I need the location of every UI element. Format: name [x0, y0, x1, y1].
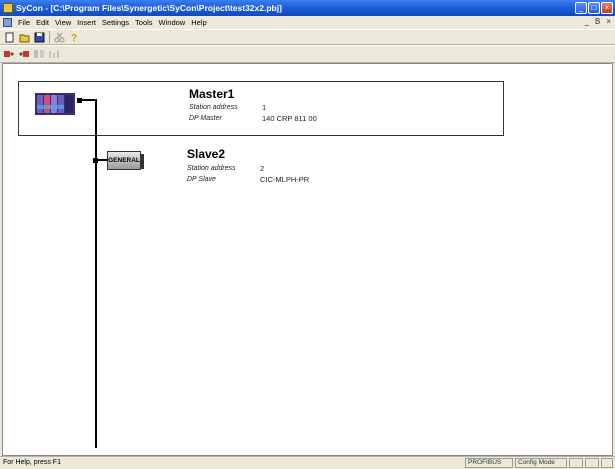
standard-toolbar: ?	[0, 29, 615, 45]
slave-station-value: 2	[260, 164, 265, 173]
mdi-close-icon[interactable]: ×	[606, 17, 611, 26]
open-icon[interactable]	[18, 31, 30, 43]
master-name: Master1	[189, 87, 235, 101]
status-panel-5	[601, 458, 613, 468]
insert-slave-icon[interactable]	[18, 48, 30, 60]
device-assignment-icon[interactable]	[33, 48, 45, 60]
window-title: SyCon - [C:\Program Files\Synergetic\SyC…	[16, 3, 282, 13]
slave-type-value: CIC-MLPH-PR	[260, 175, 310, 184]
app-icon[interactable]	[3, 3, 13, 13]
master-device-box[interactable]: Master1 Station address 1 DP Master 140 …	[18, 81, 504, 136]
mdi-minimize-icon[interactable]: _	[585, 17, 589, 26]
mdi-restore-icon[interactable]: Β	[595, 17, 600, 26]
cut-icon[interactable]	[53, 31, 65, 43]
menu-window[interactable]: Window	[156, 18, 189, 27]
slave-station-label: Station address	[187, 165, 236, 172]
mdi-controls: _ Β ×	[585, 17, 611, 26]
slave-name: Slave2	[187, 147, 226, 161]
document-icon[interactable]	[3, 18, 12, 27]
network-view: Master1 Station address 1 DP Master 140 …	[2, 63, 613, 456]
general-slave-icon: GENERAL	[107, 151, 144, 170]
insert-master-icon[interactable]	[3, 48, 15, 60]
svg-text:?: ?	[71, 33, 77, 43]
save-icon[interactable]	[33, 31, 45, 43]
plc-master-icon	[35, 93, 75, 115]
menu-bar: File Edit View Insert Settings Tools Win…	[0, 16, 615, 29]
status-help-text: For Help, press F1	[3, 459, 61, 466]
status-panel-4	[585, 458, 599, 468]
status-panel-3	[569, 458, 583, 468]
menu-edit[interactable]: Edit	[33, 18, 52, 27]
device-toolbar	[0, 45, 615, 63]
close-icon[interactable]: ×	[601, 2, 613, 14]
master-type-label: DP Master	[189, 115, 222, 122]
window-controls: _ □ ×	[575, 2, 613, 14]
network-scan-icon[interactable]	[48, 48, 60, 60]
master-type-value: 140 CRP 811 00	[262, 114, 317, 123]
status-mode-panel: Config Mode	[515, 458, 567, 468]
status-bus-panel: PROFIBUS	[465, 458, 513, 468]
master-node	[77, 98, 82, 103]
menu-file[interactable]: File	[15, 18, 33, 27]
maximize-icon[interactable]: □	[588, 2, 600, 14]
menu-settings[interactable]: Settings	[99, 18, 132, 27]
menu-view[interactable]: View	[52, 18, 74, 27]
minimize-icon[interactable]: _	[575, 2, 587, 14]
slave-node	[93, 158, 98, 163]
help-icon[interactable]: ?	[68, 31, 80, 43]
profibus-line	[95, 99, 97, 448]
slave-type-label: DP Slave	[187, 176, 216, 183]
menu-tools[interactable]: Tools	[132, 18, 156, 27]
title-bar: SyCon - [C:\Program Files\Synergetic\SyC…	[0, 0, 615, 16]
menu-help[interactable]: Help	[188, 18, 209, 27]
master-station-label: Station address	[189, 104, 238, 111]
status-bar: For Help, press F1 PROFIBUS Config Mode	[0, 456, 615, 469]
master-station-value: 1	[262, 103, 267, 112]
toolbar-separator	[49, 31, 50, 43]
menu-insert[interactable]: Insert	[74, 18, 99, 27]
new-icon[interactable]	[3, 31, 15, 43]
